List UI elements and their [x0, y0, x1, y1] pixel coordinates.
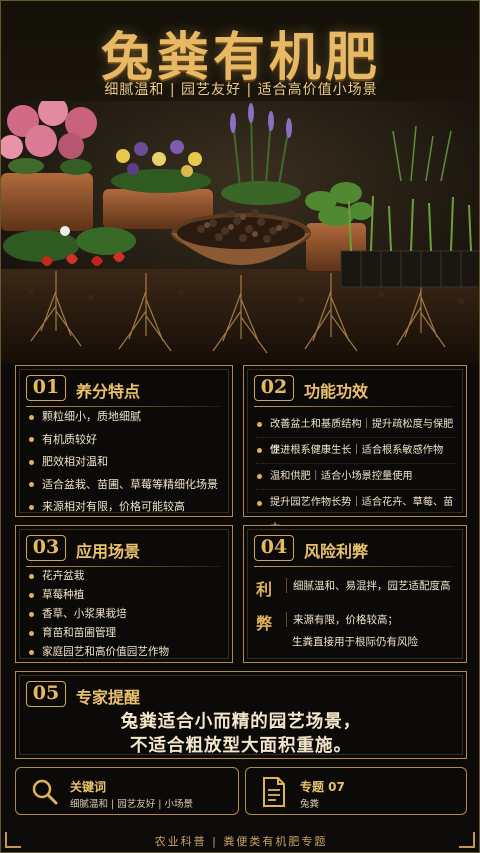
list-item: 改善盆土和基质结构｜提升疏松度与保肥性	[256, 412, 456, 456]
poster: 兔粪有机肥 细腻温和 | 园艺友好 | 适合高价值小场景 01 养分特点 颗粒细…	[0, 0, 480, 853]
scenario-card: 03 应用场景 花卉盆栽 草莓种植 香草、小浆果栽培 育苗和苗圃管理 家庭园艺和…	[15, 525, 233, 663]
con-label: 弊	[256, 614, 273, 633]
list-item: 颗粒细小，质地细腻	[28, 406, 222, 429]
nutrient-card: 01 养分特点 颗粒细小，质地细腻 有机质较好 肥效相对温和 适合盆栽、苗圃、草…	[15, 365, 233, 517]
list-item: 促进根系健康生长｜适合根系敏感作物	[256, 438, 456, 464]
con-text: 来源有限，价格较高；	[286, 612, 398, 627]
keyword-card: 关键词 细腻温和 | 园艺友好 | 小场景	[15, 767, 239, 815]
section-number: 05	[26, 681, 66, 707]
con-row: 弊 来源有限，价格较高； 生粪直接用于根际仍有风险	[256, 610, 456, 654]
section-title: 风险利弊	[304, 542, 369, 561]
divider	[254, 566, 454, 567]
topic-title: 专题 07	[300, 780, 345, 794]
list-item: 有机质较好	[28, 429, 222, 452]
section-title: 专家提醒	[76, 688, 141, 707]
hero-banner: 兔粪有机肥 细腻温和 | 园艺友好 | 适合高价值小场景	[1, 1, 479, 363]
pro-row: 利 细腻温和、易混拌，园艺适配度高	[256, 576, 456, 600]
con-text: 生粪直接用于根际仍有风险	[292, 636, 418, 648]
expert-line: 不适合粗放型大面积重施。	[130, 736, 352, 756]
risk-card: 04 风险利弊 利 细腻温和、易混拌，园艺适配度高 弊 来源有限，价格较高； 生…	[243, 525, 467, 663]
document-icon	[263, 777, 285, 807]
section-title: 功能功效	[304, 382, 369, 401]
section-number: 04	[254, 535, 294, 561]
garden-illustration	[1, 101, 479, 363]
keyword-title: 关键词	[70, 780, 107, 794]
list-item: 家庭园艺和高价值园艺作物	[28, 643, 222, 662]
nutrient-list: 颗粒细小，质地细腻 有机质较好 肥效相对温和 适合盆栽、苗圃、草莓等精细化场景 …	[28, 406, 222, 519]
section-number: 01	[26, 375, 66, 401]
list-item: 花卉盆栽	[28, 567, 222, 586]
corner-ornament	[459, 832, 475, 848]
section-number: 03	[26, 535, 66, 561]
list-item: 草莓种植	[28, 586, 222, 605]
divider	[254, 406, 454, 407]
search-icon	[32, 779, 58, 805]
scenario-list: 花卉盆栽 草莓种植 香草、小浆果栽培 育苗和苗圃管理 家庭园艺和高价值园艺作物	[28, 567, 222, 662]
function-list: 改善盆土和基质结构｜提升疏松度与保肥性 促进根系健康生长｜适合根系敏感作物 温和…	[256, 412, 456, 534]
section-number: 02	[254, 375, 294, 401]
pro-text: 细腻温和、易混拌，园艺适配度高	[286, 578, 451, 593]
section-title: 养分特点	[76, 382, 141, 401]
list-item: 育苗和苗圃管理	[28, 624, 222, 643]
corner-ornament	[5, 832, 21, 848]
topic-text: 兔粪	[300, 799, 320, 810]
list-item: 适合盆栽、苗圃、草莓等精细化场景	[28, 474, 222, 497]
expert-card: 05 专家提醒 兔粪适合小而精的园艺场景， 不适合粗放型大面积重施。	[15, 671, 467, 759]
page-subtitle: 细腻温和 | 园艺友好 | 适合高价值小场景	[104, 82, 378, 98]
footer-caption: 农业科普 | 粪便类有机肥专题	[154, 835, 328, 848]
topic-card: 专题 07 兔粪	[245, 767, 467, 815]
keyword-text: 细腻温和 | 园艺友好 | 小场景	[70, 799, 193, 810]
section-title: 应用场景	[76, 542, 141, 561]
list-item: 温和供肥｜适合小场景控量使用	[256, 464, 456, 490]
list-item: 香草、小浆果栽培	[28, 605, 222, 624]
list-item: 肥效相对温和	[28, 451, 222, 474]
list-item: 来源相对有限，价格可能较高	[28, 496, 222, 519]
list-item: 提升园艺作物长势｜适合花卉、草莓、苗木	[256, 490, 456, 534]
function-card: 02 功能功效 改善盆土和基质结构｜提升疏松度与保肥性 促进根系健康生长｜适合根…	[243, 365, 467, 534]
expert-line: 兔粪适合小而精的园艺场景，	[120, 712, 362, 732]
pro-label: 利	[256, 580, 273, 599]
